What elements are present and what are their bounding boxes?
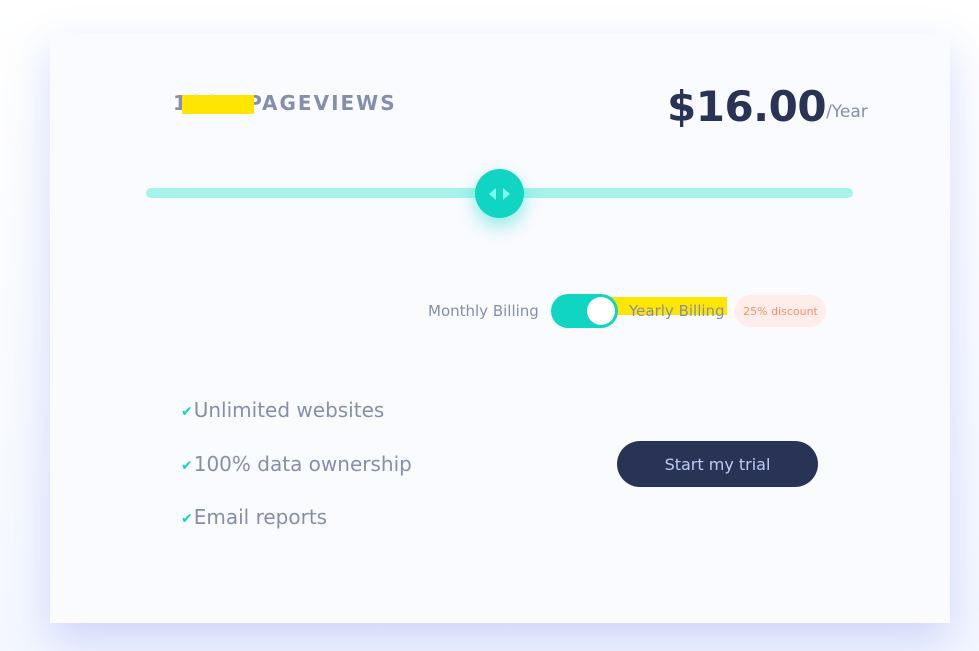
check-icon: ✔	[181, 458, 193, 474]
billing-toggle-knob	[587, 297, 615, 325]
feature-label: 100% data ownership	[193, 452, 412, 476]
feature-item: ✔ 100% data ownership	[181, 452, 412, 476]
feature-item: ✔ Unlimited websites	[181, 398, 384, 422]
price-display: $16.00 /Year	[667, 81, 868, 133]
feature-item: ✔ Email reports	[181, 505, 327, 529]
page-background: 100K PAGEVIEWS $16.00 /Year Monthly Bill…	[0, 0, 979, 651]
billing-toggle[interactable]	[551, 294, 618, 328]
price-period: /Year	[826, 97, 868, 127]
check-icon: ✔	[181, 404, 193, 420]
feature-label: Unlimited websites	[193, 398, 385, 422]
arrow-right-icon	[503, 187, 510, 200]
price-period-text: /Year	[826, 102, 868, 122]
price-value: $16.00	[667, 82, 827, 131]
arrow-left-icon	[489, 187, 496, 200]
feature-label: Email reports	[193, 505, 328, 529]
check-icon: ✔	[181, 511, 193, 527]
pageviews-slider-thumb[interactable]	[475, 169, 524, 218]
discount-badge: 25% discount	[735, 295, 826, 327]
yearly-billing-label: Yearly Billing	[629, 302, 725, 320]
pricing-card: 100K PAGEVIEWS $16.00 /Year Monthly Bill…	[50, 33, 950, 623]
monthly-billing-label: Monthly Billing	[428, 302, 539, 320]
start-trial-button[interactable]: Start my trial	[617, 441, 818, 487]
period-highlight	[182, 95, 254, 114]
